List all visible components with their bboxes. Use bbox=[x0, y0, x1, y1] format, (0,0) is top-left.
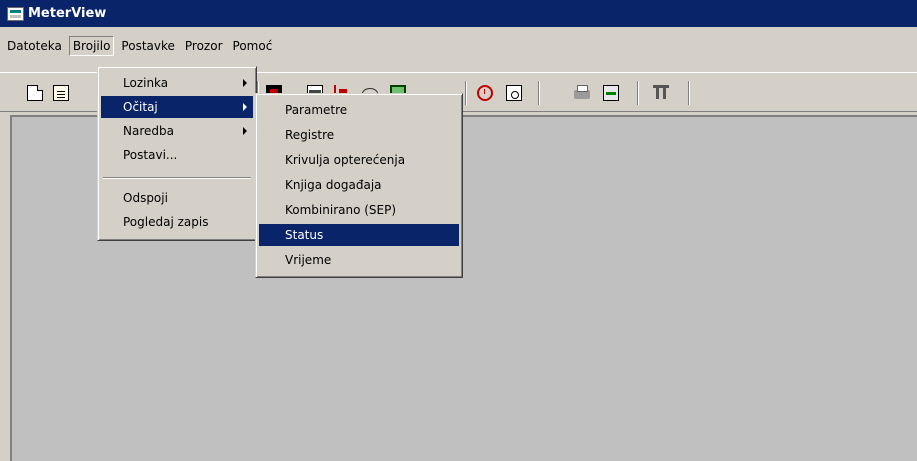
new-document-icon[interactable] bbox=[27, 85, 43, 101]
toolbar-separator bbox=[688, 81, 690, 105]
menu-item-naredba[interactable]: Naredba bbox=[101, 120, 253, 142]
menu-item-label: Pogledaj zapis bbox=[123, 215, 209, 229]
toolbar-separator bbox=[538, 81, 540, 105]
submenu-item-registre[interactable]: Registre bbox=[259, 124, 459, 146]
menu-item-label: Status bbox=[285, 228, 324, 242]
submenu-item-knjiga-dogadaja[interactable]: Knjiga događaja bbox=[259, 174, 459, 196]
menu-item-label: Registre bbox=[285, 128, 335, 142]
menu-bar: Datoteka Brojilo Postavke Prozor Pomoć bbox=[0, 33, 917, 59]
menu-item-lozinka[interactable]: Lozinka bbox=[101, 72, 253, 94]
menu-item-label: Kombinirano (SEP) bbox=[285, 203, 397, 217]
submenu-item-parametre[interactable]: Parametre bbox=[259, 99, 459, 121]
clock-icon[interactable] bbox=[477, 85, 493, 101]
printer-icon[interactable] bbox=[574, 85, 590, 99]
transfer-icon[interactable] bbox=[603, 85, 619, 101]
menu-brojilo[interactable]: Brojilo bbox=[68, 36, 115, 56]
menu-pomoc[interactable]: Pomoć bbox=[230, 36, 276, 56]
submenu-item-status[interactable]: Status bbox=[259, 224, 459, 246]
menu-item-label: Krivulja opterećenja bbox=[285, 153, 406, 167]
ocitaj-submenu: Parametre Registre Krivulja opterećenja … bbox=[255, 93, 463, 278]
submenu-arrow-icon bbox=[243, 103, 247, 111]
menu-item-label: Parametre bbox=[285, 103, 348, 117]
menu-item-label: Knjiga događaja bbox=[285, 178, 382, 192]
clock-document-icon[interactable] bbox=[506, 85, 522, 101]
submenu-item-vrijeme[interactable]: Vrijeme bbox=[259, 249, 459, 271]
submenu-item-krivulja-opterecenja[interactable]: Krivulja opterećenja bbox=[259, 149, 459, 171]
menu-separator bbox=[103, 177, 251, 179]
menu-prozor[interactable]: Prozor bbox=[182, 36, 226, 56]
brojilo-menu: Lozinka Očitaj Naredba Postavi... Odspoj… bbox=[97, 66, 257, 241]
menu-item-label: Lozinka bbox=[123, 76, 169, 90]
submenu-arrow-icon bbox=[243, 79, 247, 87]
menu-item-label: Naredba bbox=[123, 124, 174, 138]
menu-item-odspoji[interactable]: Odspoji bbox=[101, 187, 253, 209]
menu-item-label: Očitaj bbox=[123, 100, 158, 114]
menu-item-label: Postavi... bbox=[123, 148, 178, 162]
toolbar-separator bbox=[465, 81, 467, 105]
menu-postavke[interactable]: Postavke bbox=[118, 36, 177, 56]
menu-item-postavi[interactable]: Postavi... bbox=[101, 144, 253, 166]
toolbar-separator bbox=[637, 81, 639, 105]
window-title: MeterView bbox=[28, 6, 107, 21]
app-icon[interactable] bbox=[7, 6, 24, 21]
wrench-icon[interactable] bbox=[653, 85, 669, 101]
submenu-arrow-icon bbox=[243, 127, 247, 135]
menu-datoteka[interactable]: Datoteka bbox=[4, 36, 65, 56]
menu-item-label: Odspoji bbox=[123, 191, 168, 205]
menu-item-pogledaj-zapis[interactable]: Pogledaj zapis bbox=[101, 211, 253, 233]
main-window: MeterView Datoteka Brojilo Postavke Proz… bbox=[0, 0, 917, 461]
menu-item-label: Vrijeme bbox=[285, 253, 332, 267]
submenu-item-kombinirano-sep[interactable]: Kombinirano (SEP) bbox=[259, 199, 459, 221]
open-document-icon[interactable] bbox=[53, 85, 69, 101]
menu-item-ocitaj[interactable]: Očitaj bbox=[101, 96, 253, 118]
title-bar: MeterView bbox=[0, 0, 917, 27]
